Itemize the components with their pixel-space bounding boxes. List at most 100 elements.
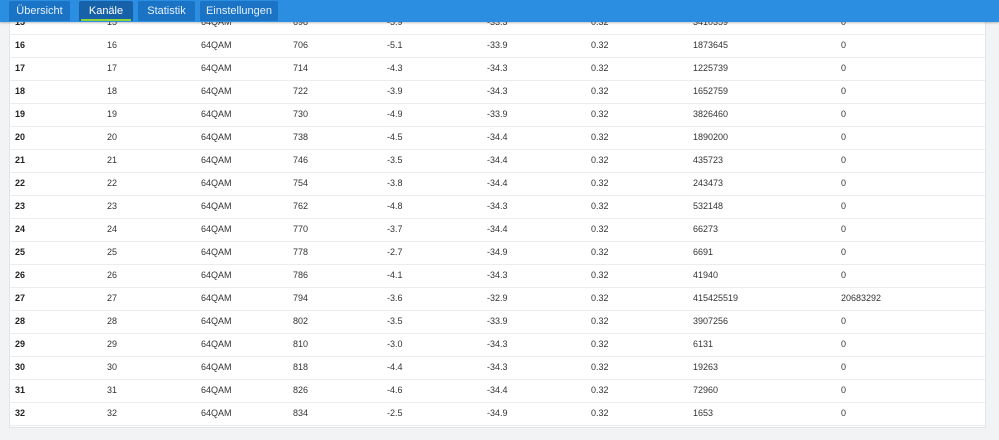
modulation-cell: 64QAM bbox=[201, 155, 232, 165]
modulation-cell: 64QAM bbox=[201, 63, 232, 73]
table-row: 26 26 64QAM 786 -4.1 -34.3 0.32 41940 0 bbox=[10, 264, 985, 288]
corrected-errors-cell: 415425519 bbox=[693, 293, 739, 303]
uncorrectable-errors-cell: 0 bbox=[841, 63, 847, 73]
modulation-cell: 64QAM bbox=[201, 362, 232, 372]
channel-number-cell: 16 bbox=[107, 40, 118, 50]
corrected-errors-cell: 3907256 bbox=[693, 316, 729, 326]
mse-cell: -34.3 bbox=[487, 86, 508, 96]
power-level-cell: -2.5 bbox=[387, 408, 403, 418]
table-row: 27 27 64QAM 794 -3.6 -32.9 0.32 415425519 206832… bbox=[10, 287, 985, 311]
corrected-errors-cell: 66273 bbox=[693, 224, 719, 234]
tab-statistik[interactable]: Statistik bbox=[138, 1, 195, 21]
table-row: 18 18 64QAM 722 -3.9 -34.3 0.32 1652759 0 bbox=[10, 80, 985, 104]
corrected-errors-cell: 243473 bbox=[693, 178, 724, 188]
modulation-cell: 64QAM bbox=[201, 224, 232, 234]
channel-id-cell: 25 bbox=[15, 247, 26, 257]
mse-cell: -33.9 bbox=[487, 316, 508, 326]
channel-id-cell: 21 bbox=[15, 155, 26, 165]
channel-number-cell: 22 bbox=[107, 178, 118, 188]
mse-cell: -34.3 bbox=[487, 339, 508, 349]
modulation-cell: 64QAM bbox=[201, 86, 232, 96]
corrected-errors-cell: 532148 bbox=[693, 201, 724, 211]
latency-cell: 0.32 bbox=[591, 86, 609, 96]
latency-cell: 0.32 bbox=[591, 224, 609, 234]
channel-number-cell: 29 bbox=[107, 339, 118, 349]
mse-cell: -34.4 bbox=[487, 385, 508, 395]
channel-id-cell: 28 bbox=[15, 316, 26, 326]
power-level-cell: -3.5 bbox=[387, 155, 403, 165]
frequency-cell: 722 bbox=[293, 86, 309, 96]
frequency-cell: 706 bbox=[293, 40, 309, 50]
latency-cell: 0.32 bbox=[591, 40, 609, 50]
uncorrectable-errors-cell: 0 bbox=[841, 339, 847, 349]
corrected-errors-cell: 6131 bbox=[693, 339, 714, 349]
corrected-errors-cell: 41940 bbox=[693, 270, 719, 280]
power-level-cell: -4.4 bbox=[387, 362, 403, 372]
mse-cell: -34.4 bbox=[487, 132, 508, 142]
frequency-cell: 714 bbox=[293, 63, 309, 73]
power-level-cell: -3.8 bbox=[387, 178, 403, 188]
modulation-cell: 64QAM bbox=[201, 201, 232, 211]
mse-cell: -34.3 bbox=[487, 362, 508, 372]
channel-id-cell: 30 bbox=[15, 362, 26, 372]
frequency-cell: 770 bbox=[293, 224, 309, 234]
mse-cell: -34.9 bbox=[487, 247, 508, 257]
frequency-cell: 826 bbox=[293, 385, 309, 395]
tab-uebersicht[interactable]: Übersicht bbox=[9, 1, 70, 21]
frequency-cell: 754 bbox=[293, 178, 309, 188]
frequency-cell: 802 bbox=[293, 316, 309, 326]
uncorrectable-errors-cell: 0 bbox=[841, 316, 847, 326]
latency-cell: 0.32 bbox=[591, 270, 609, 280]
uncorrectable-errors-cell: 0 bbox=[841, 201, 847, 211]
tab-einstellungen[interactable]: Einstellungen bbox=[200, 1, 278, 21]
latency-cell: 0.32 bbox=[591, 63, 609, 73]
table-row: 23 23 64QAM 762 -4.8 -34.3 0.32 532148 0 bbox=[10, 195, 985, 219]
channel-number-cell: 24 bbox=[107, 224, 118, 234]
channel-id-cell: 26 bbox=[15, 270, 26, 280]
modulation-cell: 64QAM bbox=[201, 385, 232, 395]
corrected-errors-cell: 1653 bbox=[693, 408, 714, 418]
power-level-cell: -3.9 bbox=[387, 86, 403, 96]
power-level-cell: -4.9 bbox=[387, 109, 403, 119]
modulation-cell: 64QAM bbox=[201, 408, 232, 418]
power-level-cell: -4.3 bbox=[387, 63, 403, 73]
table-row: 17 17 64QAM 714 -4.3 -34.3 0.32 1225739 0 bbox=[10, 57, 985, 81]
corrected-errors-cell: 1652759 bbox=[693, 86, 729, 96]
mse-cell: -34.3 bbox=[487, 270, 508, 280]
frequency-cell: 834 bbox=[293, 408, 309, 418]
channel-number-cell: 23 bbox=[107, 201, 118, 211]
channel-table: 15 15 64QAM 698 -5.9 -33.3 0.32 3410359 0 16 16 64Q… bbox=[9, 14, 986, 428]
mse-cell: -34.4 bbox=[487, 178, 508, 188]
uncorrectable-errors-cell: 0 bbox=[841, 178, 847, 188]
corrected-errors-cell: 19263 bbox=[693, 362, 719, 372]
mse-cell: -32.9 bbox=[487, 293, 508, 303]
uncorrectable-errors-cell: 0 bbox=[841, 155, 847, 165]
uncorrectable-errors-cell: 0 bbox=[841, 270, 847, 280]
channel-id-cell: 20 bbox=[15, 132, 26, 142]
frequency-cell: 746 bbox=[293, 155, 309, 165]
table-row: 16 16 64QAM 706 -5.1 -33.9 0.32 1873645 0 bbox=[10, 34, 985, 58]
modulation-cell: 64QAM bbox=[201, 109, 232, 119]
channel-number-cell: 32 bbox=[107, 408, 118, 418]
tab-bar: Übersicht Kanäle Statistik Einstellungen bbox=[0, 0, 999, 22]
uncorrectable-errors-cell: 20683292 bbox=[841, 293, 882, 303]
modulation-cell: 64QAM bbox=[201, 339, 232, 349]
power-level-cell: -3.6 bbox=[387, 293, 403, 303]
channel-number-cell: 25 bbox=[107, 247, 118, 257]
channel-number-cell: 31 bbox=[107, 385, 118, 395]
uncorrectable-errors-cell: 0 bbox=[841, 247, 847, 257]
corrected-errors-cell: 6691 bbox=[693, 247, 714, 257]
latency-cell: 0.32 bbox=[591, 408, 609, 418]
tab-kanaele[interactable]: Kanäle bbox=[79, 1, 133, 21]
uncorrectable-errors-cell: 0 bbox=[841, 109, 847, 119]
channel-number-cell: 19 bbox=[107, 109, 118, 119]
table-row: 25 25 64QAM 778 -2.7 -34.9 0.32 6691 0 bbox=[10, 241, 985, 265]
channel-number-cell: 18 bbox=[107, 86, 118, 96]
uncorrectable-errors-cell: 0 bbox=[841, 408, 847, 418]
latency-cell: 0.32 bbox=[591, 178, 609, 188]
corrected-errors-cell: 72960 bbox=[693, 385, 719, 395]
channel-number-cell: 26 bbox=[107, 270, 118, 280]
channel-number-cell: 28 bbox=[107, 316, 118, 326]
latency-cell: 0.32 bbox=[591, 293, 609, 303]
channel-number-cell: 27 bbox=[107, 293, 118, 303]
